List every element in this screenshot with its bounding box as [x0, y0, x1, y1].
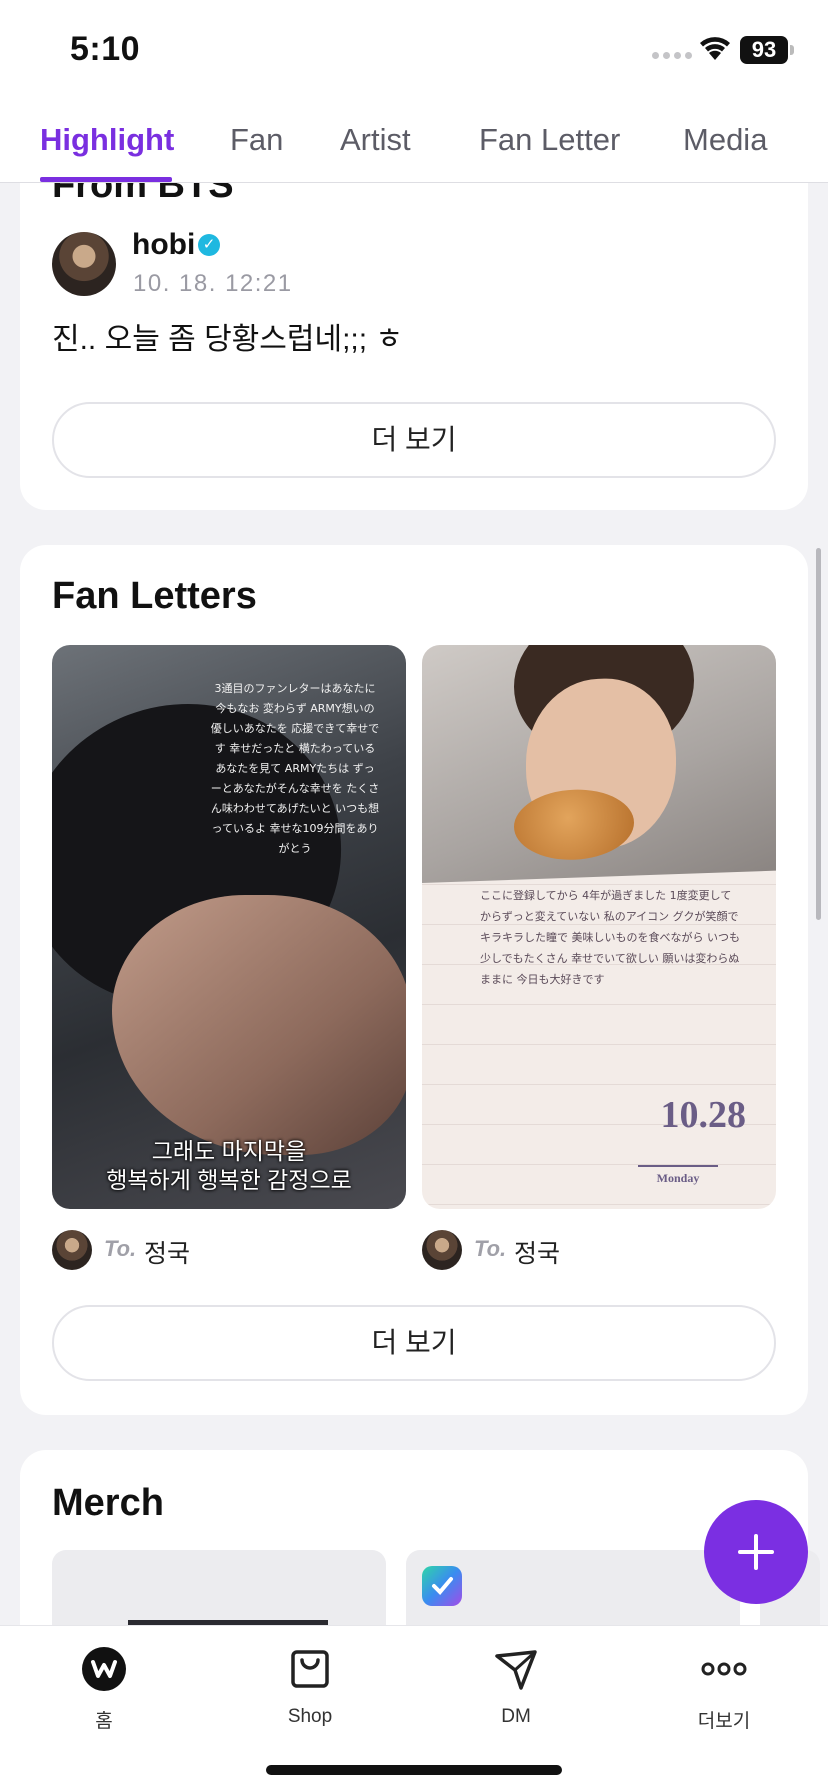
compose-fab-button[interactable] — [704, 1500, 808, 1604]
weverse-shop-logo-icon — [422, 1566, 462, 1606]
letter-2-text: ここに登録してから 4年が過ぎました 1度変更してからずっと変えていない 私のア… — [480, 889, 740, 986]
image-face-shape — [112, 895, 406, 1155]
post-date: 10. 18. 12:21 — [133, 270, 293, 297]
recipient-name: 정국 — [514, 1240, 561, 1268]
battery-icon: 93 — [740, 36, 788, 64]
nav-dm-label: DM — [501, 1706, 531, 1727]
nav-shop[interactable]: Shop — [240, 1644, 380, 1728]
fan-letter-image-1[interactable]: 3通目のファンレターはあなたに 今もなお 変わらず ARMY想いの優しいあなたを… — [52, 645, 406, 1209]
letter-1-caption-line-1: 그래도 마지막을 — [151, 1138, 307, 1164]
letter-2-day: Monday — [638, 1165, 718, 1186]
battery-tip — [790, 45, 794, 55]
recipient-avatar — [52, 1230, 92, 1270]
tab-media[interactable]: Media — [683, 122, 767, 158]
letter-2-photo — [422, 645, 776, 883]
author-name[interactable]: hobi — [132, 228, 195, 262]
nav-dm[interactable]: DM — [446, 1644, 586, 1728]
nav-home-label: 홈 — [95, 1711, 113, 1732]
plus-icon-vertical — [754, 1534, 758, 1570]
letter-2-date: 10.28 — [660, 1094, 747, 1136]
tab-fan[interactable]: Fan — [230, 122, 283, 158]
fan-letter-image-2[interactable]: ここに登録してから 4年が過ぎました 1度変更してからずっと変えていない 私のア… — [422, 645, 776, 1209]
screen: 5:10 93 Highlight Fan Artist Fan Letter … — [0, 0, 828, 1792]
status-time: 5:10 — [70, 30, 141, 68]
active-tab-indicator — [40, 177, 172, 182]
tab-fan-letter[interactable]: Fan Letter — [479, 122, 620, 158]
nav-home[interactable]: 홈 — [34, 1644, 174, 1733]
nav-shop-label: Shop — [287, 1706, 333, 1727]
scrollbar[interactable] — [816, 548, 821, 920]
letter-2-recipient[interactable]: To. 정국 — [422, 1230, 776, 1270]
tab-artist[interactable]: Artist — [340, 122, 411, 158]
home-indicator[interactable] — [266, 1765, 562, 1775]
weverse-home-icon — [82, 1647, 126, 1691]
to-label: To. — [474, 1236, 507, 1261]
wifi-icon — [700, 37, 730, 60]
tab-highlight[interactable]: Highlight — [40, 122, 174, 158]
fan-letters-card: Fan Letters 3通目のファンレターはあなたに 今もなお 変わらず AR… — [20, 545, 808, 1415]
letter-1-recipient[interactable]: To. 정국 — [52, 1230, 406, 1270]
section-title-merch: Merch — [52, 1482, 164, 1524]
shopping-bag-icon — [291, 1650, 329, 1688]
nav-more-label: 더보기 — [697, 1711, 751, 1732]
verified-badge-icon: ✓ — [198, 234, 220, 256]
more-dots-icon — [701, 1662, 747, 1676]
author-avatar[interactable] — [52, 232, 116, 296]
tab-bar: Highlight Fan Artist Fan Letter Media — [0, 100, 828, 183]
from-more-button[interactable]: 더 보기 — [52, 402, 776, 478]
recipient-name: 정국 — [144, 1240, 191, 1268]
nav-more[interactable]: 더보기 — [654, 1644, 794, 1733]
post-text[interactable]: 진.. 오늘 좀 당황스럽네;;; ㅎ — [52, 314, 403, 358]
letter-1-text: 3通目のファンレターはあなたに 今もなお 変わらず ARMY想いの優しいあなたを… — [210, 682, 380, 855]
section-title-fan-letters: Fan Letters — [52, 575, 257, 617]
status-bar: 5:10 93 — [0, 0, 828, 100]
letter-1-caption: 그래도 마지막을 행복하게 행복한 감정으로 — [52, 1137, 406, 1195]
letter-1-caption-line-2: 행복하게 행복한 감정으로 — [106, 1167, 352, 1193]
signal-dots-icon — [652, 52, 692, 59]
from-artist-card: From BTS hobi ✓ 10. 18. 12:21 진.. 오늘 좀 당… — [20, 130, 808, 510]
fan-letters-more-button[interactable]: 더 보기 — [52, 1305, 776, 1381]
to-label: To. — [104, 1236, 137, 1261]
recipient-avatar — [422, 1230, 462, 1270]
paper-plane-icon — [495, 1650, 537, 1690]
